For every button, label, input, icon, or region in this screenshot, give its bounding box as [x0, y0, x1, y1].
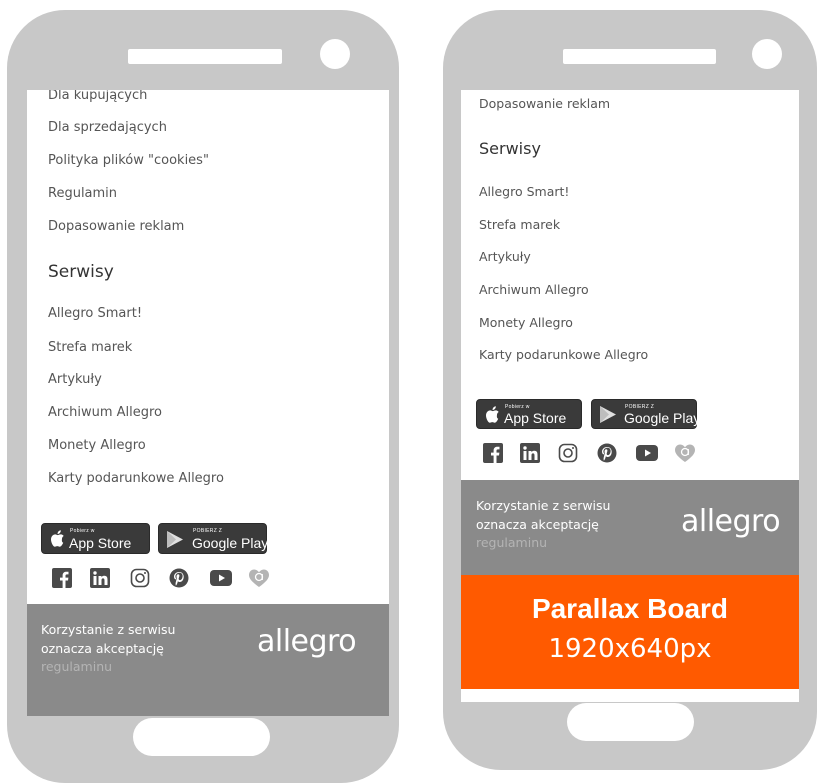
apple-icon: [484, 405, 500, 429]
footer-bar: Korzystanie z serwisu oznacza akceptację…: [461, 480, 799, 575]
camera-dot: [320, 39, 350, 69]
link-archiwum-allegro[interactable]: Archiwum Allegro: [479, 282, 589, 297]
parallax-board-banner: Parallax Board 1920x640px: [461, 575, 799, 689]
google-play-badge[interactable]: POBIERZ Z Google Play: [591, 399, 701, 429]
google-play-label: Google Play: [192, 535, 269, 551]
link-dopasowanie-reklam[interactable]: Dopasowanie reklam: [48, 219, 184, 234]
link-artykuly[interactable]: Artykuły: [48, 372, 102, 387]
google-play-badge[interactable]: POBIERZ Z Google Play: [158, 523, 269, 554]
allegro-heart-icon[interactable]: [248, 567, 270, 589]
google-play-label: Google Play: [624, 410, 701, 426]
link-allegro-smart[interactable]: Allegro Smart!: [48, 306, 142, 321]
allegro-heart-icon[interactable]: [674, 442, 696, 464]
link-strefa-marek[interactable]: Strefa marek: [479, 217, 560, 232]
footer-text-line1: Korzystanie z serwisu: [476, 498, 611, 513]
app-store-badge[interactable]: Pobierz w App Store: [476, 399, 582, 429]
footer-text-line1: Korzystanie z serwisu: [41, 622, 176, 637]
link-polityka-cookies[interactable]: Polityka plików "cookies": [48, 153, 209, 168]
youtube-icon[interactable]: [210, 567, 232, 589]
parallax-board-title: Parallax Board: [531, 593, 729, 624]
footer-bar: Korzystanie z serwisu oznacza akceptację…: [27, 604, 389, 716]
linkedin-icon[interactable]: [519, 442, 541, 464]
footer-text-line2: oznacza akceptację: [476, 517, 599, 532]
speaker-slot: [563, 49, 716, 64]
pinterest-icon[interactable]: [168, 567, 190, 589]
google-play-small-label: POBIERZ Z: [193, 528, 223, 534]
link-strefa-marek[interactable]: Strefa marek: [48, 340, 132, 355]
facebook-icon[interactable]: [51, 567, 73, 589]
link-karty-podarunkowe[interactable]: Karty podarunkowe Allegro: [479, 347, 648, 362]
app-store-label: App Store: [69, 535, 132, 551]
link-monety-allegro[interactable]: Monety Allegro: [48, 438, 146, 453]
phone-mockup-right: Dopasowanie reklam Serwisy Allegro Smart…: [443, 10, 817, 770]
youtube-icon[interactable]: [636, 442, 658, 464]
app-store-label: App Store: [504, 410, 567, 426]
linkedin-icon[interactable]: [89, 567, 111, 589]
facebook-icon[interactable]: [482, 442, 504, 464]
play-icon: [166, 530, 184, 554]
link-monety-allegro[interactable]: Monety Allegro: [479, 315, 573, 330]
link-dla-sprzedajacych[interactable]: Dla sprzedających: [48, 120, 167, 135]
section-heading-serwisy: Serwisy: [479, 139, 541, 158]
phone-screen-left: Dla kupujących Dla sprzedających Polityk…: [27, 90, 389, 716]
app-store-badge[interactable]: Pobierz w App Store: [41, 523, 150, 554]
link-archiwum-allegro[interactable]: Archiwum Allegro: [48, 405, 162, 420]
footer-text-line2: oznacza akceptację: [41, 641, 164, 656]
phone-mockup-left: Dla kupujących Dla sprzedających Polityk…: [7, 10, 399, 783]
app-store-small-label: Pobierz w: [70, 528, 95, 534]
link-allegro-smart[interactable]: Allegro Smart!: [479, 184, 569, 199]
phone-screen-right: Dopasowanie reklam Serwisy Allegro Smart…: [461, 90, 799, 702]
pinterest-icon[interactable]: [596, 442, 618, 464]
link-regulamin[interactable]: Regulamin: [48, 186, 117, 201]
home-button[interactable]: [567, 703, 694, 741]
link-artykuly[interactable]: Artykuły: [479, 249, 531, 264]
link-karty-podarunkowe[interactable]: Karty podarunkowe Allegro: [48, 471, 224, 486]
apple-icon: [49, 529, 65, 553]
allegro-logo[interactable]: allegro: [257, 624, 357, 659]
link-dla-kupujacych[interactable]: Dla kupujących: [48, 90, 147, 103]
footer-regulamin-link[interactable]: regulaminu: [41, 659, 112, 674]
footer-regulamin-link[interactable]: regulaminu: [476, 535, 547, 550]
allegro-logo[interactable]: allegro: [681, 504, 781, 539]
instagram-icon[interactable]: [129, 567, 151, 589]
link-dopasowanie-reklam[interactable]: Dopasowanie reklam: [479, 96, 610, 111]
speaker-slot: [128, 49, 282, 64]
camera-dot: [752, 39, 782, 69]
play-icon: [599, 405, 617, 429]
section-heading-serwisy: Serwisy: [48, 262, 114, 282]
instagram-icon[interactable]: [557, 442, 579, 464]
home-button[interactable]: [133, 718, 270, 756]
parallax-board-size: 1920x640px: [548, 634, 712, 664]
